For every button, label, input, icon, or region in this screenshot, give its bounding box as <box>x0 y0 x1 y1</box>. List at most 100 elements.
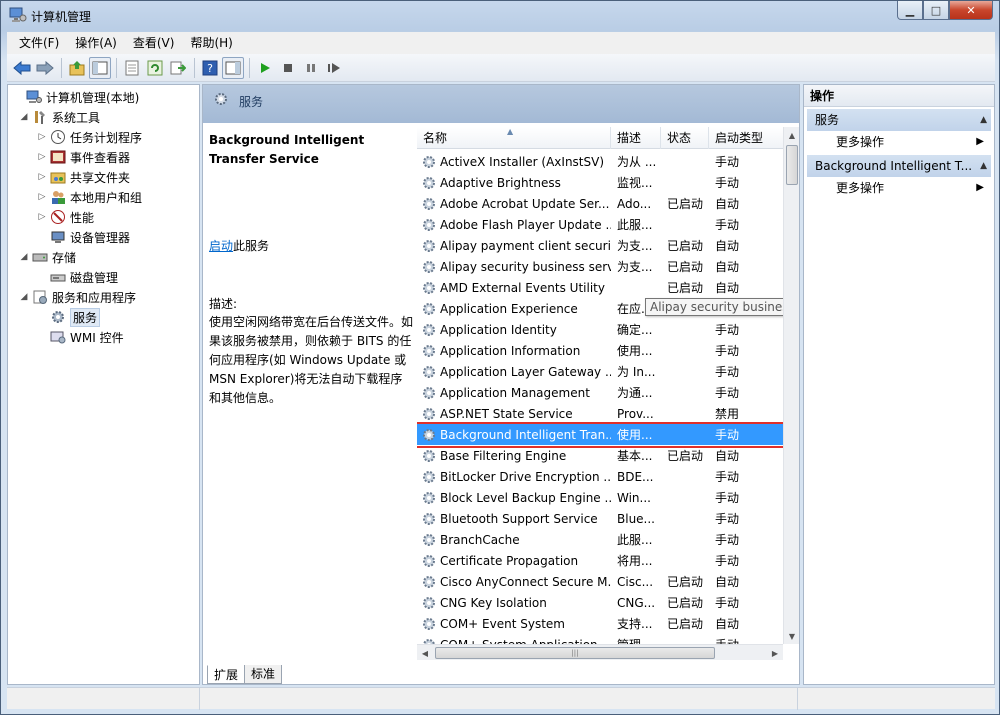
pause-icon <box>307 63 315 72</box>
service-row[interactable]: Application Layer Gateway ... 为 In... 手动 <box>417 361 783 382</box>
actions-section-selected-service[interactable]: Background Intelligent T... ▲ <box>807 155 991 177</box>
service-row[interactable]: Adobe Acrobat Update Ser... Ado... 已启动 自动 <box>417 193 783 214</box>
service-row[interactable]: Base Filtering Engine 基本... 已启动 自动 <box>417 445 783 466</box>
tree-item-computer-management[interactable]: 计算机管理(本地) <box>12 87 139 107</box>
collapse-icon[interactable]: ▲ <box>980 109 987 131</box>
horizontal-scroll-thumb[interactable]: ||| <box>435 647 715 659</box>
service-name: ActiveX Installer (AxInstSV) <box>440 154 605 169</box>
scroll-down-icon[interactable]: ▼ <box>784 628 799 644</box>
play-icon <box>261 62 270 73</box>
tree-item-performance[interactable]: ▷ 性能 <box>36 207 94 227</box>
back-button[interactable] <box>11 57 33 79</box>
tree-item-task-scheduler[interactable]: ▷ 任务计划程序 <box>36 127 142 147</box>
tree-item-wmi-control[interactable]: WMI 控件 <box>36 327 124 347</box>
properties-button[interactable] <box>121 57 143 79</box>
service-row[interactable]: BitLocker Drive Encryption ... BDE... 手动 <box>417 466 783 487</box>
service-name-cell: AMD External Events Utility <box>417 280 611 296</box>
service-row[interactable]: Alipay payment client securi... 为支... 已启动自… <box>417 235 783 256</box>
show-hide-tree-button[interactable] <box>89 56 111 79</box>
tree-item-shared-folders[interactable]: ▷ 共享文件夹 <box>36 167 130 187</box>
scroll-right-icon[interactable]: ▶ <box>767 645 783 661</box>
column-header-status[interactable]: 状态 <box>661 127 709 149</box>
minimize-button[interactable]: ▁ <box>897 1 923 20</box>
start-service-link[interactable]: 启动 <box>209 239 233 253</box>
menu-action[interactable]: 操作(A) <box>67 33 125 53</box>
service-row[interactable]: COM+ Event System 支持... 已启动 自动 <box>417 613 783 634</box>
service-gear-icon <box>423 218 435 231</box>
vertical-scrollbar[interactable]: ▲ ▼ <box>783 127 799 644</box>
service-row[interactable]: Adobe Flash Player Update ... 此服... 手动 <box>417 214 783 235</box>
service-row[interactable]: Bluetooth Support Service Blue... 手动 <box>417 508 783 529</box>
help-button[interactable]: ? <box>199 57 221 79</box>
tree-item-event-viewer[interactable]: ▷ 事件查看器 <box>36 147 130 167</box>
service-row[interactable]: Cisco AnyConnect Secure M... Cisc... 已启动 自动 <box>417 571 783 592</box>
title-bar[interactable]: 计算机管理 ▁ □ ✕ <box>1 1 999 31</box>
tab-standard[interactable]: 标准 <box>244 665 283 684</box>
tree-item-device-manager[interactable]: 设备管理器 <box>36 227 130 247</box>
service-row[interactable]: Adaptive Brightness 监视... 手动 <box>417 172 783 193</box>
tree-item-services-applications[interactable]: ◢ 服务和应用程序 <box>18 287 136 307</box>
tree-expander[interactable]: ◢ <box>18 252 30 262</box>
refresh-button[interactable] <box>144 57 166 79</box>
menu-view[interactable]: 查看(V) <box>125 33 183 53</box>
forward-button[interactable] <box>34 57 56 79</box>
tab-extended[interactable]: 扩展 <box>207 665 246 684</box>
tree-item-local-users-groups[interactable]: ▷ 本地用户和组 <box>36 187 142 207</box>
tree-expander[interactable]: ▷ <box>36 192 48 202</box>
service-row-selected[interactable]: Background Intelligent Tran... 使用... 手动 <box>417 422 786 448</box>
collapse-icon[interactable]: ▲ <box>980 155 987 177</box>
column-header-description[interactable]: 描述 <box>611 127 661 149</box>
menu-help[interactable]: 帮助(H) <box>182 33 240 53</box>
restart-service-button[interactable] <box>323 57 345 79</box>
service-row[interactable]: Block Level Backup Engine ... Win... 手动 <box>417 487 783 508</box>
more-actions-label: 更多操作 <box>836 135 885 149</box>
service-row[interactable]: AMD External Events Utility 已启动 自动 <box>417 277 783 298</box>
actions-section-services[interactable]: 服务 ▲ <box>807 109 991 131</box>
more-actions-item[interactable]: 更多操作 ▶ <box>804 177 994 199</box>
up-level-button[interactable] <box>66 57 88 79</box>
tree-item-label: 事件查看器 <box>70 150 131 165</box>
tree-item-system-tools[interactable]: ◢ 系统工具 <box>18 107 100 127</box>
column-header-startup-type[interactable]: 启动类型 <box>709 127 783 149</box>
tree-expander[interactable]: ▷ <box>36 132 48 142</box>
column-header-name[interactable]: ▲ 名称 <box>417 127 611 149</box>
service-name-cell: Application Information <box>417 343 611 359</box>
service-row[interactable]: ActiveX Installer (AxInstSV) 为从 ... 手动 <box>417 151 783 172</box>
tree-expander[interactable]: ▷ <box>36 212 48 222</box>
tree-item-services[interactable]: 服务 <box>36 307 101 327</box>
service-row[interactable]: ASP.NET State Service Prov... 禁用 <box>417 403 783 424</box>
service-startup-cell: 手动 <box>715 176 740 190</box>
service-row[interactable]: Application Identity 确定... 手动 <box>417 319 783 340</box>
service-row[interactable]: Certificate Propagation 将用... 手动 <box>417 550 783 571</box>
service-row[interactable]: BranchCache 此服... 手动 <box>417 529 783 550</box>
more-actions-item[interactable]: 更多操作 ▶ <box>804 131 994 153</box>
maximize-button[interactable]: □ <box>923 1 949 20</box>
close-button[interactable]: ✕ <box>949 1 993 20</box>
show-hide-action-pane-button[interactable] <box>222 56 244 79</box>
tree-expander[interactable]: ◢ <box>18 292 30 302</box>
tree-expander[interactable]: ▷ <box>36 172 48 182</box>
service-name: Alipay security business service <box>440 259 611 274</box>
start-service-button[interactable] <box>254 57 276 79</box>
service-row[interactable]: Application Management 为通... 手动 <box>417 382 783 403</box>
tree-expander[interactable]: ◢ <box>18 112 30 122</box>
scroll-left-icon[interactable]: ◀ <box>417 645 433 661</box>
horizontal-scrollbar[interactable]: ◀ ||| ▶ <box>417 644 783 660</box>
menu-file[interactable]: 文件(F) <box>11 33 67 53</box>
tree-item-label: 系统工具 <box>52 110 101 125</box>
pause-service-button[interactable] <box>300 57 322 79</box>
scroll-up-icon[interactable]: ▲ <box>784 127 799 143</box>
service-row[interactable]: Application Information 使用... 手动 <box>417 340 783 361</box>
stop-service-button[interactable] <box>277 57 299 79</box>
service-row[interactable]: Alipay security business service 为支... 已启动… <box>417 256 783 277</box>
sort-ascending-icon: ▲ <box>507 127 514 136</box>
tree-item-disk-management[interactable]: 磁盘管理 <box>36 267 118 287</box>
vertical-scroll-thumb[interactable] <box>786 145 798 185</box>
tree-expander[interactable]: ▷ <box>36 152 48 162</box>
service-description-cell: 为通... <box>617 386 653 400</box>
service-name-cell: Application Management <box>417 385 611 401</box>
service-row[interactable]: CNG Key Isolation CNG... 已启动 手动 <box>417 592 783 613</box>
service-description-cell: Ado... <box>617 196 652 211</box>
tree-item-storage[interactable]: ◢ 存储 <box>18 247 76 267</box>
export-list-button[interactable] <box>167 57 189 79</box>
